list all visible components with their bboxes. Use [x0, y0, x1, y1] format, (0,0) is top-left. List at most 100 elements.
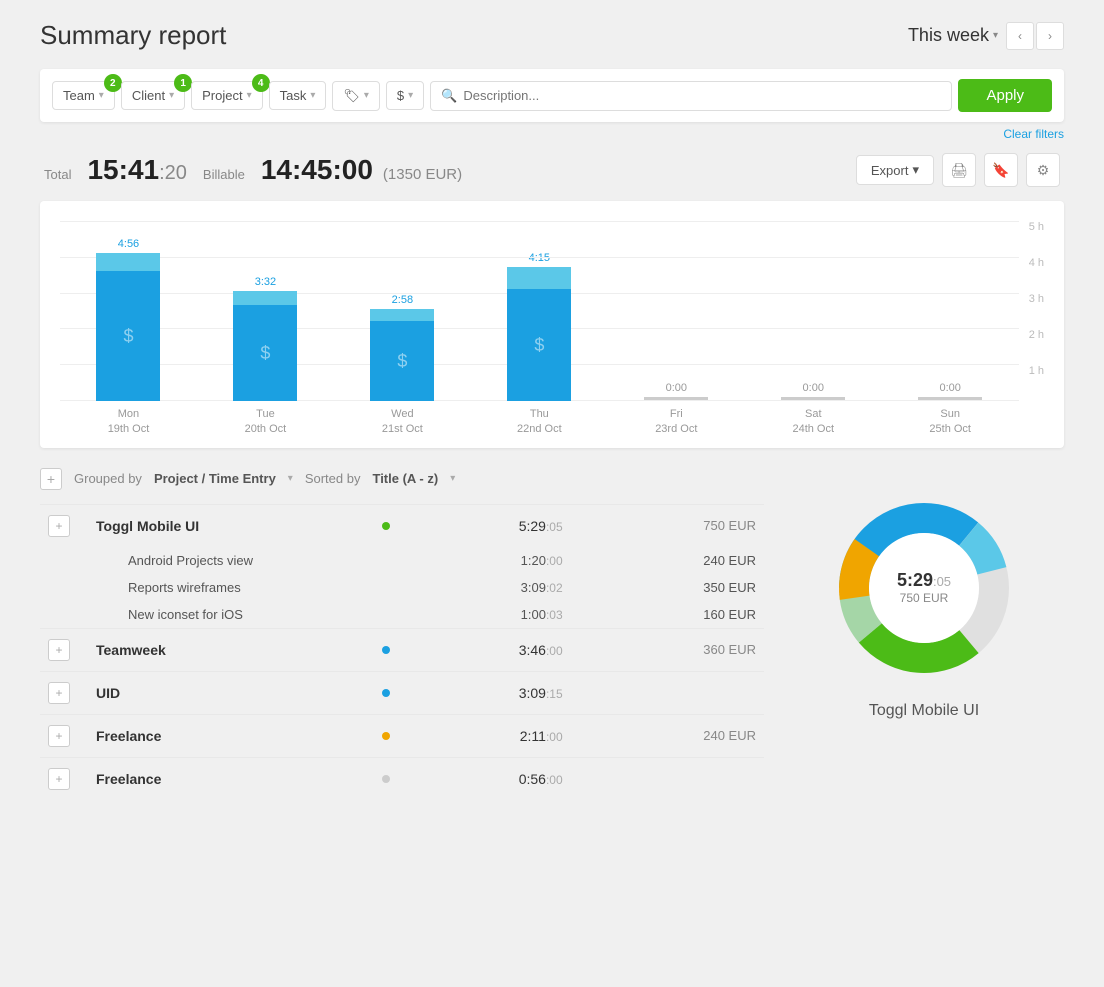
y-axis: 5 h 4 h 3 h 2 h 1 h — [1019, 221, 1044, 401]
dollar-filter-button[interactable]: $ ▾ — [386, 81, 424, 110]
dollar-label: $ — [397, 88, 404, 103]
table-row: New iconset for iOS 1:00:03 160 EUR — [40, 601, 764, 629]
export-button[interactable]: Export ▾ — [856, 155, 934, 185]
project-dropdown-icon: ▾ — [247, 90, 252, 101]
bar-sun — [918, 397, 982, 401]
bar-mon: $ — [96, 253, 160, 401]
donut-chart: 5:29:05 750 EUR — [824, 488, 1024, 688]
total-label: Total — [44, 167, 71, 182]
y-label-5h: 5 h — [1029, 221, 1044, 233]
grouped-by-prefix: Grouped by — [74, 471, 142, 486]
client-filter-button[interactable]: Client ▾ 1 — [121, 81, 185, 110]
expand-button-3[interactable]: + — [48, 682, 70, 704]
expand-cell: + — [40, 504, 88, 547]
chart-inner: 4:56 $ 3:32 — [60, 221, 1044, 438]
entry-eur-1c: 160 EUR — [571, 601, 764, 629]
dollar-dropdown-icon: ▾ — [408, 90, 413, 101]
project-eur-1: 750 EUR — [571, 504, 764, 547]
project-eur-3 — [571, 671, 764, 714]
apply-button[interactable]: Apply — [958, 79, 1052, 112]
expand-button-1[interactable]: + — [48, 515, 70, 537]
chart-columns: 4:56 $ 3:32 — [60, 221, 1019, 401]
data-table: + Toggl Mobile UI 5:29:05 750 EUR A — [40, 504, 764, 800]
chart-col-mon[interactable]: 4:56 $ — [64, 221, 193, 401]
grouped-by-arrow[interactable]: ▾ — [288, 473, 293, 484]
project-name-1: Toggl Mobile UI — [96, 518, 199, 534]
donut-section: 5:29:05 750 EUR Toggl Mobile UI — [784, 468, 1064, 720]
print-button[interactable]: 🖨 — [942, 153, 976, 187]
project-dot-4 — [382, 732, 390, 740]
entry-name-1b: Reports wireframes — [88, 574, 398, 601]
clear-filters-link[interactable]: Clear filters — [1003, 127, 1064, 141]
settings-icon: ⚙ — [1037, 162, 1050, 179]
chart-col-fri[interactable]: 0:00 — [612, 221, 741, 401]
week-selector[interactable]: This week ▾ — [908, 25, 998, 46]
entry-time-1b: 3:09:02 — [398, 574, 571, 601]
task-filter-button[interactable]: Task ▾ — [269, 81, 327, 110]
chart-col-thu[interactable]: 4:15 $ — [475, 221, 604, 401]
x-label-thu: Thu22nd Oct — [475, 407, 604, 438]
expand-cell: + — [40, 628, 88, 671]
export-label: Export — [871, 163, 909, 178]
project-name-cell: Teamweek — [88, 628, 374, 671]
bar-label-mon: 4:56 — [118, 238, 139, 250]
expand-button-5[interactable]: + — [48, 768, 70, 790]
clear-filters-row: Clear filters — [40, 126, 1064, 141]
team-filter-button[interactable]: Team ▾ 2 — [52, 81, 115, 110]
x-label-sun: Sun25th Oct — [886, 407, 1015, 438]
settings-button[interactable]: ⚙ — [1026, 153, 1060, 187]
donut-time-main: 5:29 — [897, 570, 933, 590]
project-name-2: Teamweek — [96, 642, 166, 658]
project-filter-label: Project — [202, 88, 242, 103]
page-title: Summary report — [40, 20, 226, 51]
color-dot-cell — [374, 671, 398, 714]
table-row: + Freelance 2:11:00 240 EUR — [40, 714, 764, 757]
bookmark-button[interactable]: 🔖 — [984, 153, 1018, 187]
search-input[interactable] — [463, 88, 941, 103]
tags-filter-button[interactable]: 🏷 ▾ — [332, 81, 380, 111]
project-group-4: + Freelance 2:11:00 240 EUR — [40, 714, 764, 757]
donut-time-sec: :05 — [933, 574, 951, 589]
bar-tue-main: $ — [233, 305, 297, 401]
x-label-fri: Fri23rd Oct — [612, 407, 741, 438]
table-row: + Freelance 0:56:00 — [40, 757, 764, 800]
project-time-4: 2:11:00 — [398, 714, 571, 757]
donut-title: Toggl Mobile UI — [869, 702, 979, 720]
print-icon: 🖨 — [950, 162, 968, 179]
export-dropdown-icon: ▾ — [912, 162, 919, 178]
entry-time-1c: 1:00:03 — [398, 601, 571, 629]
group-add-button[interactable]: + — [40, 468, 62, 490]
week-label: This week — [908, 25, 989, 46]
next-week-button[interactable]: › — [1036, 22, 1064, 50]
bar-label-tue: 3:32 — [255, 276, 276, 288]
donut-center-eur: 750 EUR — [900, 591, 949, 605]
expand-cell: + — [40, 714, 88, 757]
bar-thu-main: $ — [507, 289, 571, 401]
table-row: Reports wireframes 3:09:02 350 EUR — [40, 574, 764, 601]
chart-col-sun[interactable]: 0:00 — [886, 221, 1015, 401]
project-filter-button[interactable]: Project ▾ 4 — [191, 81, 263, 110]
chart-col-sat[interactable]: 0:00 — [749, 221, 878, 401]
summary-left: Total 15:41:20 Billable 14:45:00 (1350 E… — [44, 154, 462, 186]
grouped-by-value[interactable]: Project / Time Entry — [154, 471, 276, 486]
expand-button-4[interactable]: + — [48, 725, 70, 747]
color-dot-cell — [374, 714, 398, 757]
bar-label-sun: 0:00 — [939, 382, 960, 394]
total-time-sec: :20 — [159, 162, 187, 184]
entry-eur-1b: 350 EUR — [571, 574, 764, 601]
chart-col-wed[interactable]: 2:58 $ — [338, 221, 467, 401]
sorted-by-value[interactable]: Title (A - z) — [372, 471, 438, 486]
project-eur-4: 240 EUR — [571, 714, 764, 757]
table-section: + Grouped by Project / Time Entry ▾ Sort… — [40, 468, 764, 800]
table-row: + Toggl Mobile UI 5:29:05 750 EUR — [40, 504, 764, 547]
team-dropdown-icon: ▾ — [99, 90, 104, 101]
bar-label-sat: 0:00 — [803, 382, 824, 394]
expand-button-2[interactable]: + — [48, 639, 70, 661]
prev-week-button[interactable]: ‹ — [1006, 22, 1034, 50]
bookmark-icon: 🔖 — [992, 162, 1009, 179]
chart-col-tue[interactable]: 3:32 $ — [201, 221, 330, 401]
project-time-1: 5:29:05 — [398, 504, 571, 547]
total-time: 15:41:20 — [87, 154, 186, 186]
sorted-by-arrow[interactable]: ▾ — [450, 473, 455, 484]
table-row: + UID 3:09:15 — [40, 671, 764, 714]
